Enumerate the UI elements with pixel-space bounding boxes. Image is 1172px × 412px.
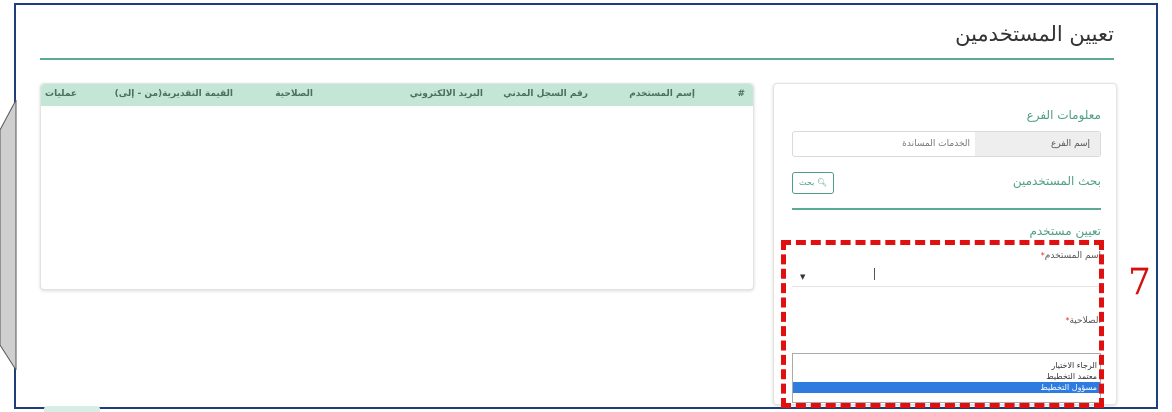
page-title: تعيين المستخدمين (955, 22, 1114, 46)
branch-name-label: إسم الفرع (975, 132, 1100, 156)
annotation-step-number: 7 (1128, 262, 1151, 303)
bottom-button[interactable] (44, 406, 100, 412)
section-divider (792, 208, 1101, 210)
branch-field: إسم الفرع الخدمات المساندة (792, 131, 1101, 157)
users-table: # إسم المستخدم رقم السجل المدني البريد ا… (40, 83, 754, 290)
annotation-highlight-box (781, 240, 1104, 408)
branch-info-title: معلومات الفرع (1026, 108, 1101, 122)
col-permission: الصلاحية (275, 89, 313, 99)
col-actions: عمليات (45, 89, 77, 99)
search-users-title: بحث المستخدمين (1012, 174, 1101, 188)
col-email: البريد الالكتروني (409, 89, 483, 99)
title-divider (40, 58, 1114, 60)
table-header: # إسم المستخدم رقم السجل المدني البريد ا… (41, 84, 753, 106)
col-index: # (737, 89, 745, 99)
search-button[interactable]: 🔍︎ بحث (792, 172, 834, 194)
search-icon: 🔍︎ (816, 178, 827, 187)
assign-user-title: تعيين مستخدم (1029, 224, 1101, 238)
col-civil-id: رقم السجل المدني (503, 89, 588, 99)
col-username: إسم المستخدم (629, 89, 695, 99)
search-button-label: بحث (799, 178, 815, 187)
col-estimated-value: القيمة التقديرية(من - إلى) (114, 89, 233, 99)
branch-name-value: الخدمات المساندة (902, 139, 970, 149)
side-panel-edge (0, 100, 17, 370)
